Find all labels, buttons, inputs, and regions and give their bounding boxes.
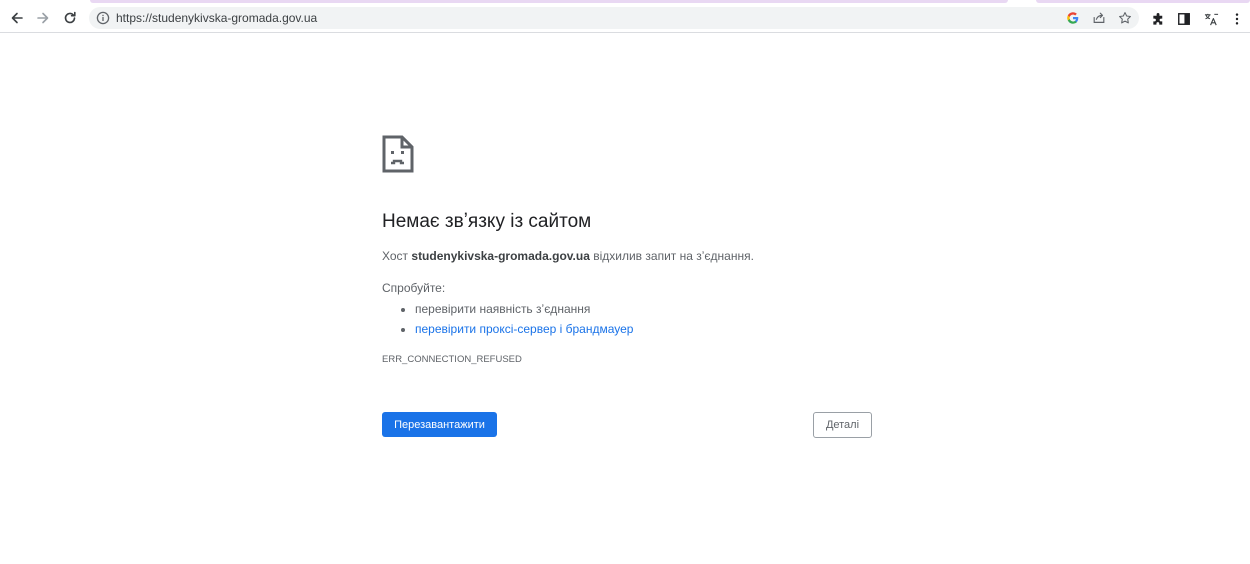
back-icon	[11, 12, 23, 24]
error-code: ERR_CONNECTION_REFUSED	[382, 354, 522, 365]
suggestion-check-proxy: перевірити проксі-сервер і брандмауер	[415, 319, 633, 339]
address-bar[interactable]: https://studenykivska-gromada.gov.ua	[89, 7, 1139, 29]
suggestions-list: перевірити наявність зʼєднання перевірит…	[382, 299, 633, 339]
page-title: Немає звʼязку із сайтом	[382, 211, 592, 232]
reload-page-button[interactable]: Перезавантажити	[382, 412, 497, 437]
message-suffix: відхилив запит на зʼєднання.	[593, 249, 754, 263]
forward-icon	[37, 12, 49, 24]
translate-icon[interactable]	[1202, 10, 1220, 28]
suggestion-check-connection: перевірити наявність зʼєднання	[415, 299, 633, 319]
bookmark-star-icon[interactable]	[1117, 10, 1133, 26]
reload-button[interactable]	[59, 7, 81, 29]
forward-button[interactable]	[32, 7, 54, 29]
try-label: Спробуйте:	[382, 281, 446, 295]
host-name: studenykivska-gromada.gov.ua	[411, 249, 590, 263]
tab-strip-accent-right	[1036, 0, 1250, 3]
back-button[interactable]	[6, 7, 28, 29]
info-icon[interactable]	[96, 11, 110, 25]
error-message: Хост studenykivska-gromada.gov.ua відхил…	[382, 249, 754, 263]
message-prefix: Хост	[382, 249, 409, 263]
browser-toolbar: https://studenykivska-gromada.gov.ua	[0, 4, 1250, 33]
url-text[interactable]: https://studenykivska-gromada.gov.ua	[116, 11, 317, 25]
details-button[interactable]: Деталі	[813, 412, 872, 438]
google-icon[interactable]	[1065, 10, 1081, 26]
reload-icon	[64, 11, 76, 24]
side-panel-icon[interactable]	[1175, 10, 1193, 28]
check-proxy-link[interactable]: перевірити проксі-сервер і брандмауер	[415, 322, 633, 336]
share-icon[interactable]	[1091, 10, 1107, 26]
sad-page-icon	[382, 135, 414, 173]
menu-icon[interactable]	[1228, 10, 1246, 28]
tab-strip-accent	[90, 0, 1008, 3]
extensions-icon[interactable]	[1149, 10, 1167, 28]
